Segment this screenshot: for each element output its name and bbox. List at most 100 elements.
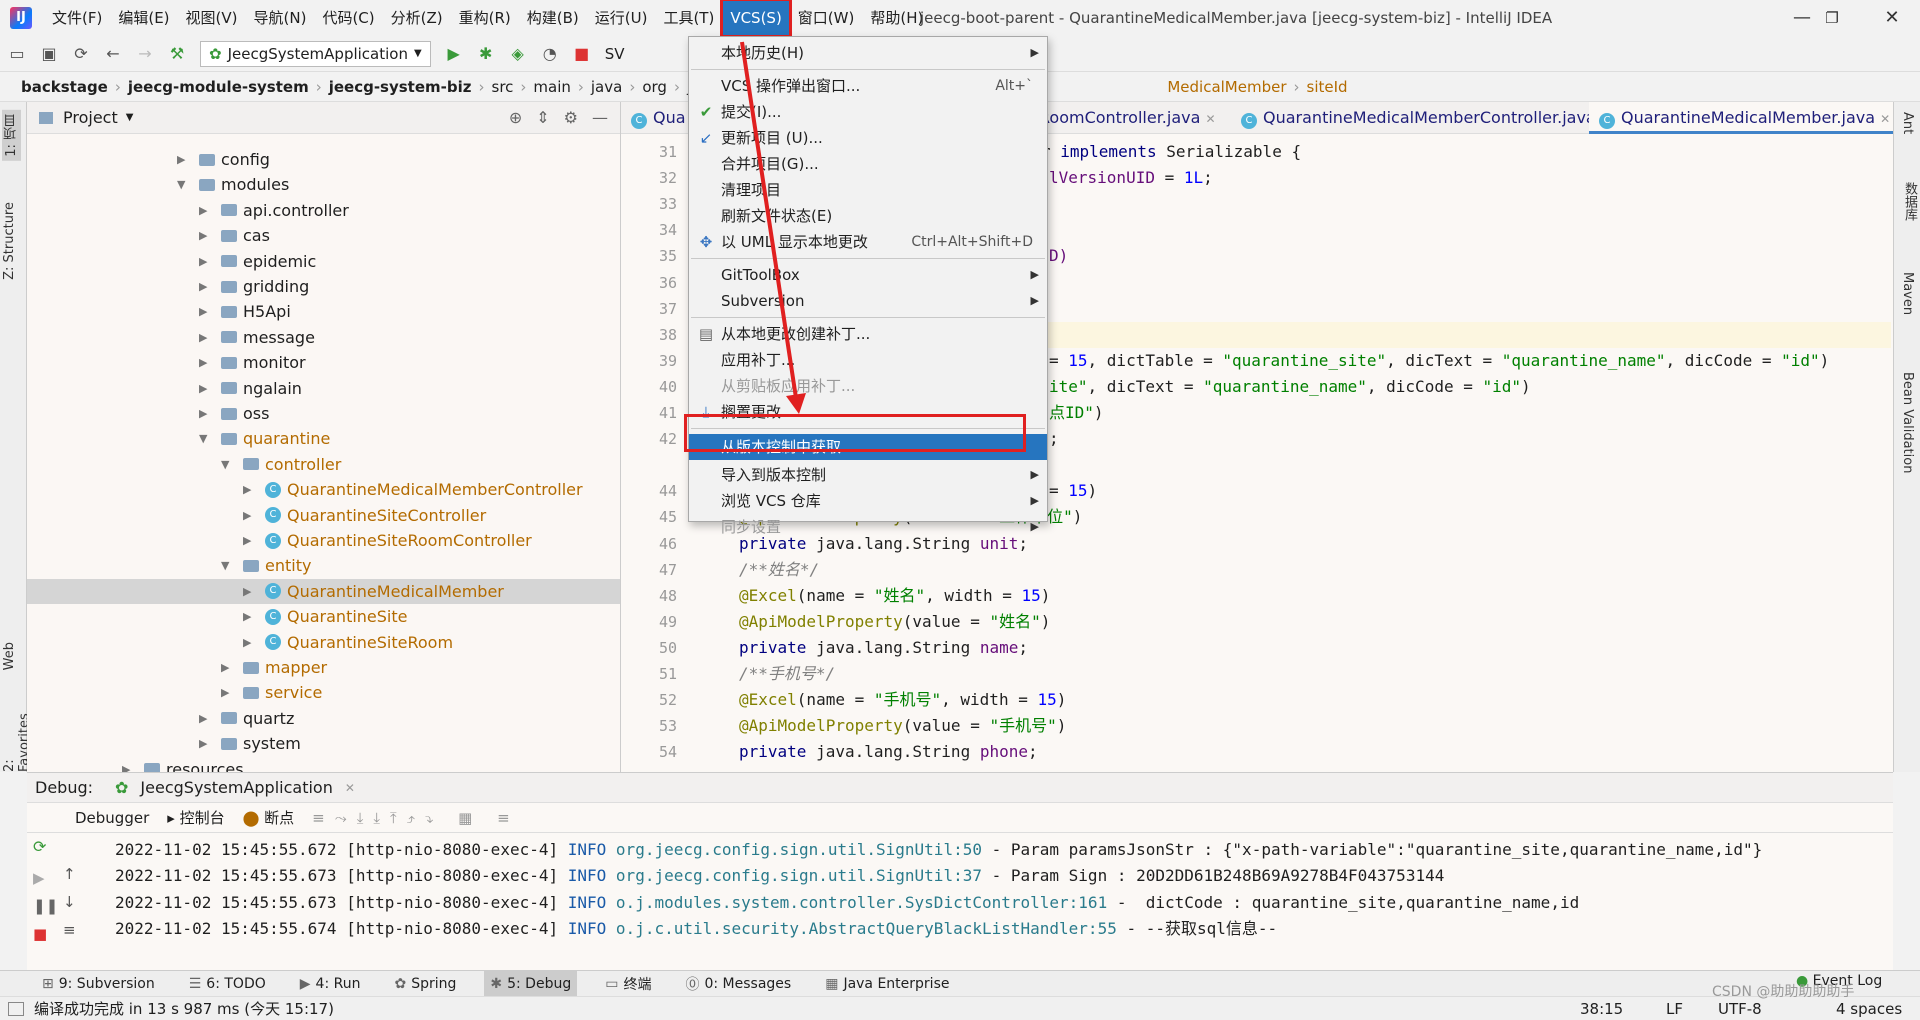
bottom-tab[interactable]: ▦ Java Enterprise: [819, 971, 955, 997]
expand-icon[interactable]: ▶: [243, 503, 257, 528]
bottom-tab[interactable]: ☰ 6: TODO: [183, 971, 272, 997]
vcs-menu-item[interactable]: VCS 操作弹出窗口... Alt+`: [689, 73, 1047, 99]
tree-folder-item[interactable]: ▶ cas: [27, 223, 620, 248]
bottom-tab[interactable]: ✱ 5: Debug: [484, 970, 578, 997]
menu-8[interactable]: 运行(U): [587, 0, 656, 36]
expand-icon[interactable]: ▶: [122, 757, 136, 772]
breadcrumb-item[interactable]: jeecg-module-system: [121, 78, 316, 96]
vcs-menu-item[interactable]: 导入到版本控制 ▶: [689, 462, 1047, 488]
run-icon[interactable]: ▶: [445, 44, 463, 63]
scroll-down-icon[interactable]: ↓: [63, 893, 76, 911]
tree-folder-item[interactable]: ▼ controller: [27, 452, 620, 477]
tree-class-item[interactable]: ▶ C QuarantineMedicalMemberController: [27, 477, 620, 502]
expand-icon[interactable]: ▼: [221, 553, 235, 578]
breadcrumb-item[interactable]: jeecg-system-biz: [322, 78, 479, 96]
log-class[interactable]: o.j.c.util.security.AbstractQueryBlackLi…: [616, 919, 1117, 938]
close-icon[interactable]: ✕: [1880, 112, 1890, 126]
tree-folder-item[interactable]: ▶ system: [27, 731, 620, 756]
svn-label[interactable]: SV: [605, 45, 625, 63]
tab-partial[interactable]: C Qua: [621, 102, 696, 134]
expand-icon[interactable]: ▼: [177, 172, 191, 197]
pause-icon[interactable]: ❚❚: [33, 897, 58, 915]
open-folder-icon[interactable]: ▭: [8, 44, 26, 63]
debug-icon[interactable]: ✱: [477, 44, 495, 63]
expand-icon[interactable]: ▶: [199, 299, 213, 324]
vcs-menu-item[interactable]: 刷新文件状态(E): [689, 203, 1047, 229]
save-icon[interactable]: ▣: [40, 44, 58, 63]
breadcrumb-item[interactable]: src: [485, 78, 521, 96]
back-icon[interactable]: ←: [104, 44, 122, 63]
forward-icon[interactable]: →: [136, 44, 154, 63]
close-icon[interactable]: ✕: [1862, 0, 1920, 36]
tab-ant[interactable]: Ant: [1900, 112, 1915, 134]
tree-folder-item[interactable]: ▶ epidemic: [27, 249, 620, 274]
chevron-down-icon[interactable]: ▼: [126, 112, 134, 123]
tree-class-item[interactable]: ▶ C QuarantineSiteRoom: [27, 630, 620, 655]
tab-medical-member[interactable]: C QuarantineMedicalMember.java ✕: [1589, 102, 1893, 134]
tab-breakpoints[interactable]: ⬤ 断点: [243, 807, 295, 828]
menu-4[interactable]: 代码(C): [314, 0, 382, 36]
close-icon[interactable]: ✕: [345, 781, 355, 795]
expand-icon[interactable]: ▶: [199, 376, 213, 401]
expand-icon[interactable]: ▶: [243, 477, 257, 502]
menu-5[interactable]: 分析(Z): [383, 0, 451, 36]
build-hammer-icon[interactable]: ⚒: [168, 44, 186, 63]
resume-icon[interactable]: ▶: [33, 869, 45, 887]
menu-0[interactable]: 文件(F): [44, 0, 110, 36]
vcs-menu-item[interactable]: ▤ 从本地更改创建补丁...: [689, 321, 1047, 347]
indent-setting[interactable]: 4 spaces: [1836, 1000, 1902, 1018]
tree-folder-item[interactable]: ▶ config: [27, 147, 620, 172]
vcs-menu-item[interactable]: ✔ 提交(I)...: [689, 99, 1047, 125]
menu-9[interactable]: 工具(T): [655, 0, 722, 36]
maximize-icon[interactable]: ❐: [1802, 0, 1862, 36]
hide-icon[interactable]: —: [592, 108, 608, 127]
tab-structure[interactable]: Z: Structure: [2, 202, 17, 280]
run-config-select[interactable]: ✿ JeecgSystemApplication ▼: [200, 40, 431, 67]
locate-icon[interactable]: ⊕: [509, 108, 522, 127]
vcs-menu-item[interactable]: 清理项目: [689, 177, 1047, 203]
breadcrumb-item[interactable]: MedicalMember: [1160, 78, 1293, 96]
project-title[interactable]: Project: [63, 108, 118, 127]
tree-class-item[interactable]: ▶ C QuarantineSiteController: [27, 503, 620, 528]
menu-6[interactable]: 重构(R): [451, 0, 519, 36]
expand-icon[interactable]: ▶: [199, 706, 213, 731]
menu-3[interactable]: 导航(N): [246, 0, 315, 36]
scroll-up-icon[interactable]: ↑: [63, 865, 76, 883]
vcs-menu-item[interactable]: GitToolBox ▶: [689, 262, 1047, 288]
vcs-menu-item[interactable]: 合并项目(G)...: [689, 151, 1047, 177]
close-icon[interactable]: ✕: [1206, 112, 1216, 126]
breadcrumb-item[interactable]: backstage: [14, 78, 115, 96]
collapse-icon[interactable]: ⇕: [536, 108, 549, 127]
tree-folder-item[interactable]: ▶ api.controller: [27, 198, 620, 223]
tree-folder-item[interactable]: ▶ oss: [27, 401, 620, 426]
debug-config-tab[interactable]: JeecgSystemApplication: [140, 778, 332, 797]
tree-folder-item[interactable]: ▼ entity: [27, 553, 620, 578]
vcs-menu-item[interactable]: Subversion ▶: [689, 288, 1047, 314]
expand-icon[interactable]: ▶: [199, 274, 213, 299]
expand-icon[interactable]: ▶: [199, 249, 213, 274]
profile-icon[interactable]: ◔: [541, 44, 559, 63]
tab-database[interactable]: 数据库: [1900, 182, 1919, 221]
vcs-menu-item[interactable]: 本地历史(H) ▶: [689, 40, 1047, 66]
expand-icon[interactable]: ▶: [199, 401, 213, 426]
expand-icon[interactable]: ▶: [199, 325, 213, 350]
vcs-menu-item[interactable]: 应用补丁...: [689, 347, 1047, 373]
expand-icon[interactable]: ▼: [221, 452, 235, 477]
tab-debugger[interactable]: Debugger: [75, 809, 149, 827]
tree-class-item[interactable]: ▶ C QuarantineSite: [27, 604, 620, 629]
tree-folder-item[interactable]: ▼ modules: [27, 172, 620, 197]
tab-project[interactable]: 1: 项目: [2, 110, 21, 161]
vcs-menu-item[interactable]: 浏览 VCS 仓库 ▶: [689, 488, 1047, 514]
expand-icon[interactable]: ▶: [199, 223, 213, 248]
step-icons[interactable]: ≡⤳⤓⤓⤒⤴⤵ ▦ ≡: [312, 809, 520, 827]
bottom-tab[interactable]: ⊞ 9: Subversion: [36, 971, 161, 997]
menu-10[interactable]: VCS(S): [720, 0, 792, 38]
rerun-icon[interactable]: ⟳: [33, 837, 46, 856]
tree-folder-item[interactable]: ▶ ngalain: [27, 376, 620, 401]
tree-class-item[interactable]: ▶ C QuarantineMedicalMember: [27, 578, 620, 604]
log-class[interactable]: org.jeecg.config.sign.util.SignUtil:37: [616, 866, 982, 885]
bottom-tab[interactable]: ⓪ 0: Messages: [679, 971, 797, 997]
menu-2[interactable]: 视图(V): [178, 0, 246, 36]
menu-1[interactable]: 编辑(E): [110, 0, 177, 36]
stop-icon[interactable]: ■: [33, 925, 47, 943]
